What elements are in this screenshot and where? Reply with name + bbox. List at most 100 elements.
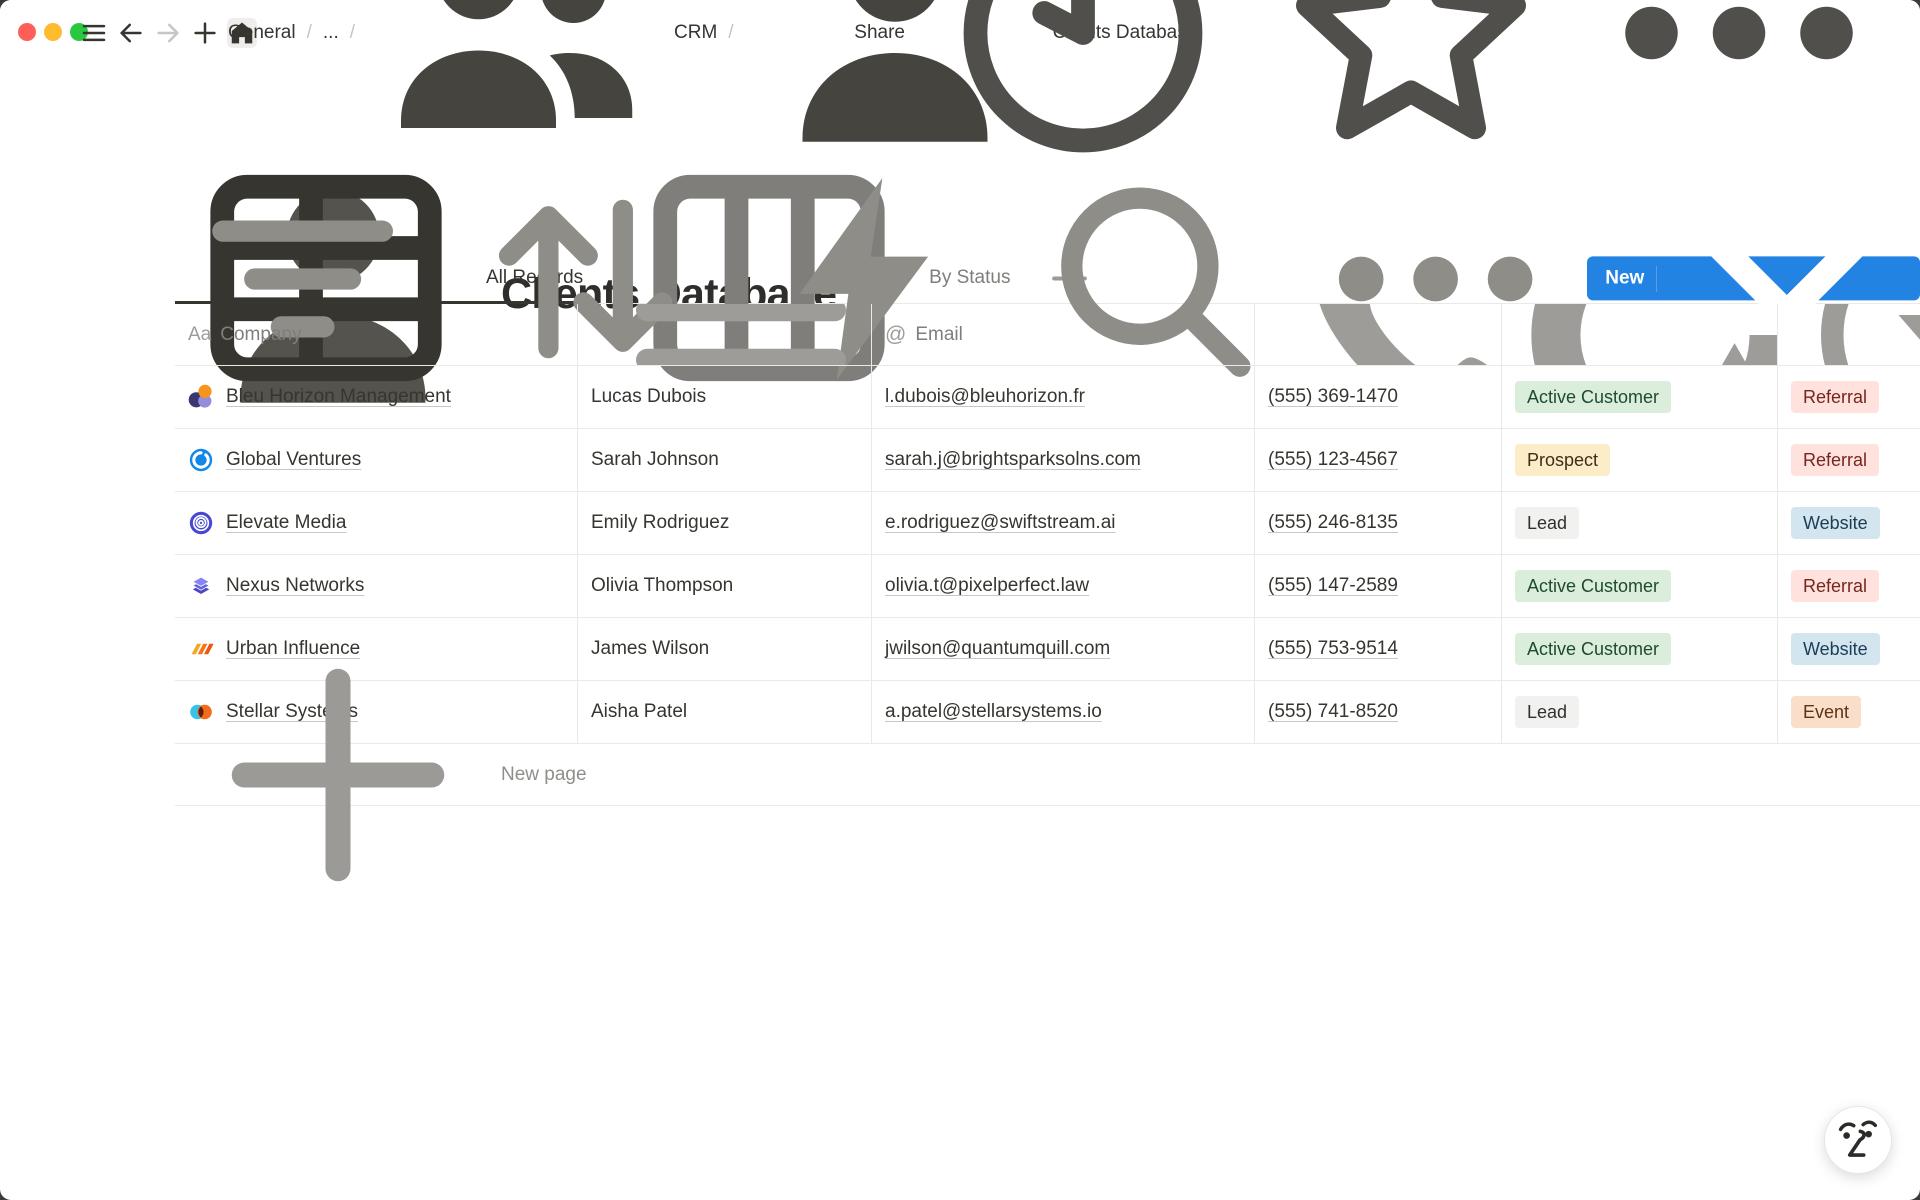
new-button[interactable]: New [1587,257,1920,301]
company-name-link[interactable]: Elevate Media [226,512,346,534]
phone-link[interactable]: (555) 369-1470 [1268,386,1398,408]
company-name-link[interactable]: Global Ventures [226,449,361,471]
email-link[interactable]: l.dubois@bleuhorizon.fr [885,386,1085,408]
phone-cell[interactable]: (555) 147-2589 [1255,555,1502,618]
table-row[interactable]: Nexus Networks Olivia Thompson olivia.t@… [175,555,1920,618]
point-person-cell[interactable]: Lucas Dubois [578,366,872,429]
phone-cell[interactable]: (555) 753-9514 [1255,618,1502,681]
minimize-button[interactable] [44,23,62,41]
email-link[interactable]: a.patel@stellarsystems.io [885,701,1102,723]
phone-link[interactable]: (555) 147-2589 [1268,575,1398,597]
email-cell[interactable]: l.dubois@bleuhorizon.fr [872,366,1255,429]
breadcrumb-separator: / [307,22,312,44]
lead-source-cell[interactable]: Website [1778,618,1920,681]
views-bar: All RecordsBy Status New [175,254,1920,304]
lead-source-cell[interactable]: Referral [1778,429,1920,492]
phone-cell[interactable]: (555) 123-4567 [1255,429,1502,492]
status-cell[interactable]: Active Customer [1502,618,1778,681]
column-header-lead-source[interactable]: Lead Source [1778,304,1920,366]
lead-source-cell[interactable]: Event [1778,681,1920,744]
email-link[interactable]: sarah.j@brightsparksolns.com [885,449,1141,471]
table-row[interactable]: Elevate Media Emily Rodriguez e.rodrigue… [175,492,1920,555]
new-button-label[interactable]: New [1587,268,1656,290]
breadcrumb-label: ... [323,22,339,44]
textAa-property-icon: Aa [188,324,211,346]
phone-link[interactable]: (555) 753-9514 [1268,638,1398,660]
titlebar-actions: Share [854,0,1889,65]
status-badge[interactable]: Lead [1515,696,1579,728]
email-cell[interactable]: jwilson@quantumquill.com [872,618,1255,681]
phone-cell[interactable]: (555) 369-1470 [1255,366,1502,429]
email-link[interactable]: e.rodriguez@swiftstream.ai [885,512,1115,534]
company-name-link[interactable]: Nexus Networks [226,575,364,597]
status-cell[interactable]: Active Customer [1502,555,1778,618]
breadcrumb-item[interactable]: General [228,22,296,44]
lead-source-badge[interactable]: Website [1791,633,1880,665]
back-icon[interactable] [116,18,146,48]
status-cell[interactable]: Lead [1502,492,1778,555]
status-cell[interactable]: Prospect [1502,429,1778,492]
status-badge[interactable]: Active Customer [1515,570,1671,602]
lead-source-badge[interactable]: Event [1791,696,1861,728]
company-cell[interactable]: Elevate Media [175,492,578,555]
point-person-cell[interactable]: James Wilson [578,618,872,681]
lead-source-badge[interactable]: Referral [1791,381,1879,413]
notion-ai-face-button[interactable] [1824,1106,1892,1174]
company-cell[interactable]: Nexus Networks [175,555,578,618]
company-cell[interactable]: Bleu Horizon Management [175,366,578,429]
share-button[interactable]: Share [854,22,905,44]
lead-source-badge[interactable]: Referral [1791,444,1879,476]
lead-source-badge[interactable]: Referral [1791,570,1879,602]
lines-property-icon [591,304,872,366]
column-header-status[interactable]: Status [1502,304,1778,366]
breadcrumb-label: CRM [674,22,717,44]
table-row[interactable]: Bleu Horizon Management Lucas Dubois l.d… [175,366,1920,429]
status-badge[interactable]: Active Customer [1515,381,1671,413]
point-person-cell[interactable]: Aisha Patel [578,681,872,744]
company-name-link[interactable]: Bleu Horizon Management [226,386,451,408]
email-cell[interactable]: e.rodriguez@swiftstream.ai [872,492,1255,555]
email-cell[interactable]: a.patel@stellarsystems.io [872,681,1255,744]
phone-property-icon [1268,304,1502,366]
email-cell[interactable]: olivia.t@pixelperfect.law [872,555,1255,618]
breadcrumb-item[interactable]: ... [323,22,339,44]
column-header-company[interactable]: AaCompany [175,304,578,366]
phone-link[interactable]: (555) 741-8520 [1268,701,1398,723]
table-row[interactable]: Global Ventures Sarah Johnson sarah.j@br… [175,429,1920,492]
email-cell[interactable]: sarah.j@brightsparksolns.com [872,429,1255,492]
database-table: AaCompanyPoint Person@EmailPhoneStatusLe… [175,304,1920,806]
status-cell[interactable]: Lead [1502,681,1778,744]
status-badge[interactable]: Prospect [1515,444,1610,476]
status-badge[interactable]: Lead [1515,507,1579,539]
status-cell[interactable]: Active Customer [1502,366,1778,429]
notion-window: General/.../CRM/Clients Database Share C… [0,0,1920,1200]
point-person-cell[interactable]: Sarah Johnson [578,429,872,492]
sidebar-menu-icon[interactable] [79,18,109,48]
lead-source-cell[interactable]: Referral [1778,366,1920,429]
point-person-cell[interactable]: Emily Rodriguez [578,492,872,555]
phone-link[interactable]: (555) 123-4567 [1268,449,1398,471]
lead-source-cell[interactable]: Website [1778,492,1920,555]
elevate-media-logo-icon [188,510,214,536]
new-tab-icon[interactable] [190,18,220,48]
status-badge[interactable]: Active Customer [1515,633,1671,665]
phone-cell[interactable]: (555) 246-8135 [1255,492,1502,555]
plus-icon [188,625,488,925]
lead-source-badge[interactable]: Website [1791,507,1880,539]
forward-icon[interactable] [153,18,183,48]
column-header-phone[interactable]: Phone [1255,304,1502,366]
window-titlebar: General/.../CRM/Clients Database Share [0,0,1920,65]
traffic-lights [18,23,88,41]
company-cell[interactable]: Global Ventures [175,429,578,492]
column-header-point-person[interactable]: Point Person [578,304,872,366]
email-link[interactable]: jwilson@quantumquill.com [885,638,1110,660]
phone-cell[interactable]: (555) 741-8520 [1255,681,1502,744]
new-page-row[interactable]: New page [175,744,1920,806]
email-link[interactable]: olivia.t@pixelperfect.law [885,575,1089,597]
column-header-email[interactable]: @Email [872,304,1255,366]
point-person-cell[interactable]: Olivia Thompson [578,555,872,618]
table-header-row: AaCompanyPoint Person@EmailPhoneStatusLe… [175,304,1920,366]
phone-link[interactable]: (555) 246-8135 [1268,512,1398,534]
lead-source-cell[interactable]: Referral [1778,555,1920,618]
close-button[interactable] [18,23,36,41]
